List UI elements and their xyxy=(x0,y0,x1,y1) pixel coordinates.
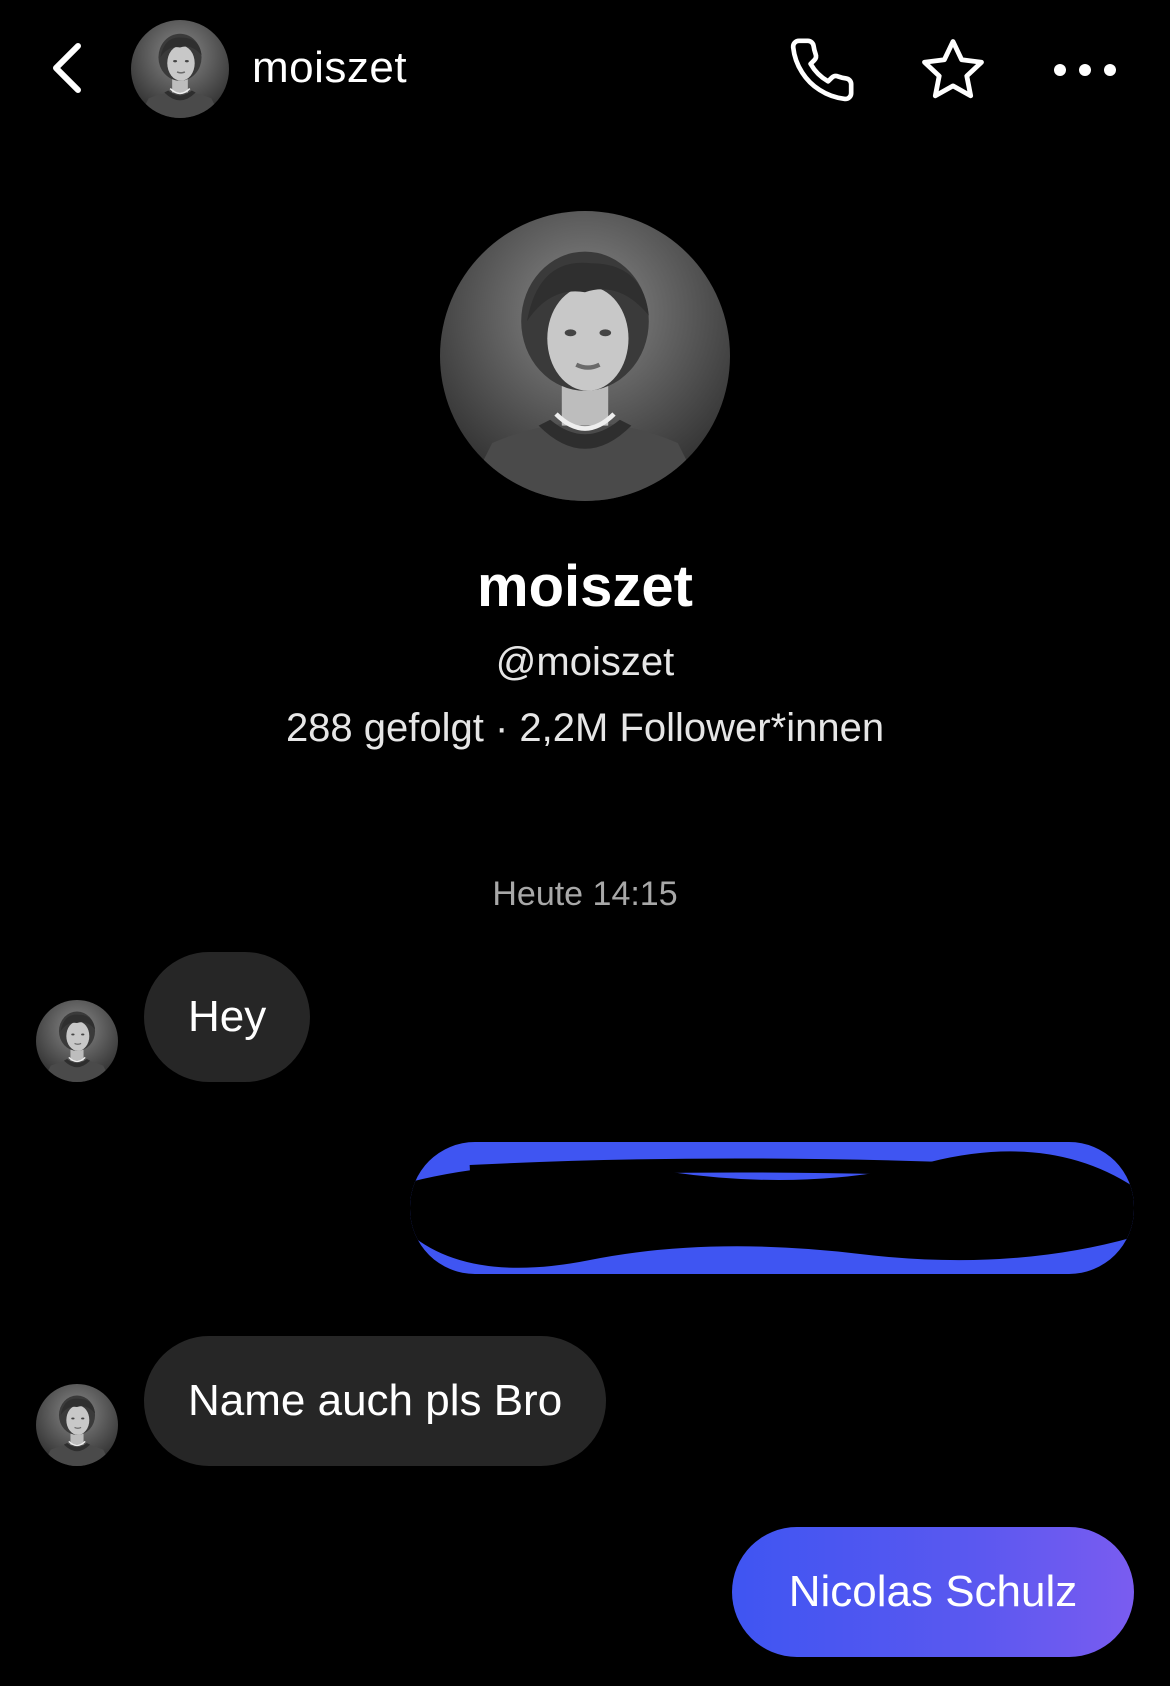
call-button[interactable] xyxy=(782,30,862,110)
sender-avatar[interactable] xyxy=(36,1000,118,1082)
more-options-button[interactable] xyxy=(1045,30,1125,110)
profile-display-name: moiszet xyxy=(477,554,693,619)
conversation-timestamp: Heute 14:15 xyxy=(492,875,678,913)
outgoing-message-bubble-redacted[interactable] xyxy=(410,1142,1134,1274)
chat-header: moiszet xyxy=(0,0,1170,140)
redaction-scribble xyxy=(410,1151,1134,1268)
outgoing-message-bubble[interactable]: Nicolas Schulz xyxy=(732,1527,1134,1657)
more-horizontal-icon xyxy=(1054,64,1116,76)
header-avatar[interactable] xyxy=(131,20,229,118)
dm-chat-screen: moiszet moiszet @moiszet 288 gefolgt · 2… xyxy=(0,0,1170,1686)
favorite-button[interactable] xyxy=(913,30,993,110)
star-outline-icon xyxy=(922,39,984,99)
sender-avatar[interactable] xyxy=(36,1384,118,1466)
profile-handle: @moiszet xyxy=(495,640,675,684)
header-username[interactable]: moiszet xyxy=(252,38,407,98)
phone-icon xyxy=(790,38,854,102)
incoming-message-bubble[interactable]: Name auch pls Bro xyxy=(144,1336,607,1466)
chevron-left-icon xyxy=(53,43,81,93)
profile-avatar[interactable] xyxy=(440,211,730,501)
incoming-message-bubble[interactable]: Hey xyxy=(144,952,311,1082)
profile-stats: 288 gefolgt · 2,2M Follower*innen xyxy=(285,706,885,750)
back-button[interactable] xyxy=(38,36,94,100)
